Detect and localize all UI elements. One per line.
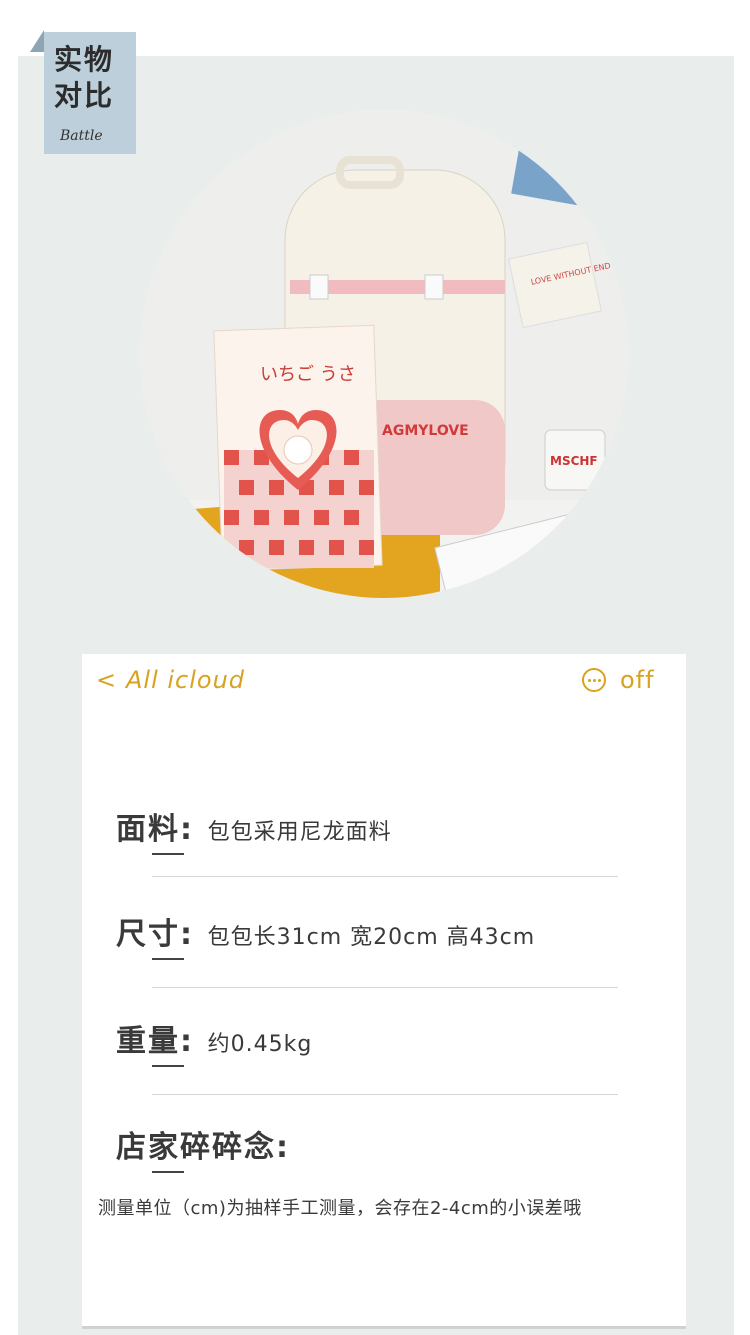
measurement-note: 测量单位（cm)为抽样手工测量，会存在2-4cm的小误差哦	[98, 1198, 582, 1219]
spec-row-weight: 重量: 约0.45kg	[116, 1016, 312, 1060]
spec-label: 面料:	[116, 812, 194, 847]
comparison-badge: 实物对比 Battle	[44, 32, 136, 154]
spec-row-size: 尺寸: 包包长31cm 宽20cm 高43cm	[116, 909, 535, 953]
badge-title: 实物对比	[54, 43, 115, 112]
back-button[interactable]: <	[96, 666, 116, 694]
spec-value: 包包长31cm 宽20cm 高43cm	[207, 925, 536, 950]
more-icon[interactable]	[582, 668, 606, 692]
nav-title[interactable]: All icloud	[126, 666, 245, 694]
mug-text: MSCHF	[550, 454, 598, 468]
spec-row-fabric: 面料: 包包采用尼龙面料	[116, 804, 392, 848]
spec-label: 重量:	[116, 1024, 194, 1059]
divider	[152, 1094, 618, 1095]
product-photo: LOVE WITHOUT END HATE NO END AGMYLOVE MS…	[140, 110, 628, 598]
divider	[152, 987, 618, 988]
spec-value: 约0.45kg	[207, 1032, 313, 1057]
spec-label: 尺寸:	[116, 917, 194, 952]
backpack-text: AGMYLOVE	[382, 423, 469, 439]
badge-fold	[30, 30, 44, 52]
product-detail-page: 实物对比 Battle LOVE WITHOUT END HATE NO END…	[0, 0, 750, 1335]
backpack-illustration: LOVE WITHOUT END HATE NO END AGMYLOVE MS…	[140, 110, 628, 598]
spec-row-note: 店家碎碎念:	[116, 1122, 296, 1166]
notebook-title: いちご うさ	[260, 364, 356, 385]
off-button[interactable]: off	[620, 666, 655, 694]
divider	[152, 876, 618, 877]
badge-subtitle: Battle	[60, 128, 103, 144]
info-card: < All icloud off 面料: 包包采用尼龙面料 尺寸: 包包长31c…	[82, 654, 686, 1326]
spec-value: 包包采用尼龙面料	[207, 820, 392, 845]
spec-label: 店家碎碎念:	[116, 1130, 290, 1165]
